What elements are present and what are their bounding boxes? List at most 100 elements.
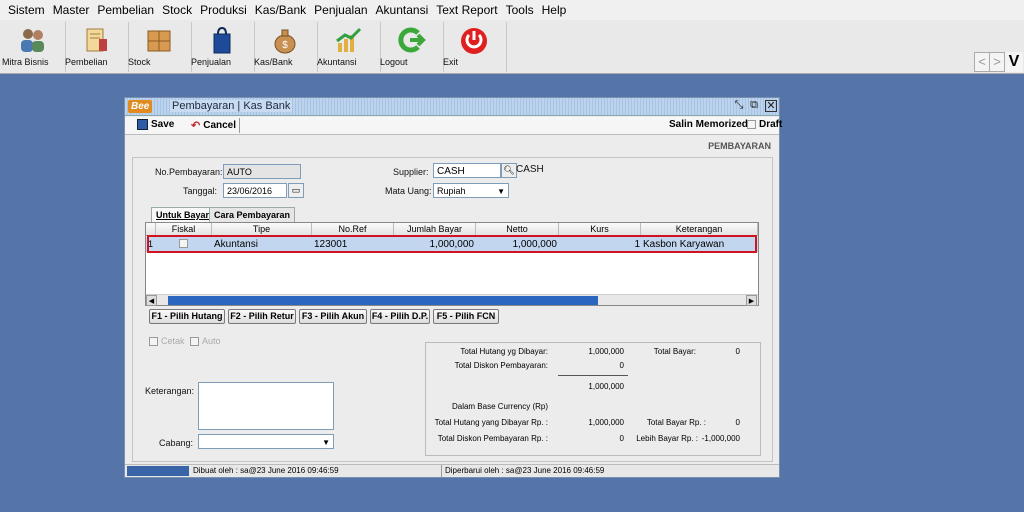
tab-cara-pembayaran[interactable]: Cara Pembayaran xyxy=(209,207,296,222)
nav-next-button[interactable]: > xyxy=(989,52,1005,72)
command-bar: Save ↶ Cancel Salin Memorized Draft xyxy=(125,117,782,135)
calendar-icon: ▭ xyxy=(291,185,301,195)
menu-master[interactable]: Master xyxy=(53,3,90,17)
toolbar-label: Penjualan xyxy=(191,57,232,67)
save-label: Save xyxy=(151,119,175,130)
toolbar-label: Stock xyxy=(128,57,151,67)
total-hutang-rp-label: Total Hutang yang Dibayar Rp. : xyxy=(434,418,548,427)
pembayaran-window: Bee Pembayaran | Kas Bank ⤡ ⧉ ✕ Save ↶ C… xyxy=(124,97,782,478)
close-icon[interactable]: ✕ xyxy=(765,100,777,112)
status-bar: Dibuat oleh : sa@23 June 2016 09:46:59 D… xyxy=(125,464,779,477)
svg-text:$: $ xyxy=(282,40,288,51)
maximize-icon[interactable]: ⧉ xyxy=(748,100,760,112)
page-heading: PEMBAYARAN xyxy=(708,141,771,151)
subtotal-line xyxy=(558,375,628,376)
total-bayar-label: Total Bayar: xyxy=(653,347,696,356)
toolbar-label: Akuntansi xyxy=(317,57,357,67)
toolbar-penjualan-button[interactable]: Penjualan xyxy=(191,22,253,72)
menu-tools[interactable]: Tools xyxy=(506,3,534,17)
menu-penjualan[interactable]: Penjualan xyxy=(314,3,367,17)
pilih-akun-button[interactable]: F3 - Pilih Akun xyxy=(299,309,367,324)
cabang-label: Cabang: xyxy=(159,438,194,448)
restore-icon[interactable]: ⤡ xyxy=(733,100,745,112)
status-indicator xyxy=(127,466,189,476)
highlight-box xyxy=(147,235,757,253)
toolbar-exit-button[interactable]: Exit xyxy=(443,22,505,72)
cancel-button[interactable]: ↶ Cancel xyxy=(191,119,236,132)
supplier-field[interactable]: CASH xyxy=(433,163,501,178)
scroll-left-icon[interactable]: ◀ xyxy=(146,295,157,306)
save-button[interactable]: Save xyxy=(137,119,174,130)
mata-uang-select[interactable]: Rupiah ▼ xyxy=(433,183,509,198)
box-icon xyxy=(142,24,176,56)
pilih-dp-button[interactable]: F4 - Pilih D.P. xyxy=(370,309,430,324)
toolbar-akuntansi-button[interactable]: Akuntansi xyxy=(317,22,379,72)
shopping-bag-icon xyxy=(205,24,239,56)
search-icon: 🔍︎ xyxy=(503,165,515,175)
salin-memorized-button[interactable]: Salin Memorized xyxy=(669,119,748,130)
mata-uang-value: Rupiah xyxy=(437,186,466,196)
chevron-down-icon: ▼ xyxy=(497,187,505,196)
menu-akuntansi[interactable]: Akuntansi xyxy=(376,3,429,17)
menu-kas-bank[interactable]: Kas/Bank xyxy=(255,3,306,17)
no-pembayaran-label: No.Pembayaran: xyxy=(155,167,223,177)
total-diskon-value: 0 xyxy=(619,361,624,370)
auto-checkbox[interactable] xyxy=(190,337,199,346)
calendar-button[interactable]: ▭ xyxy=(288,183,304,198)
menu-help[interactable]: Help xyxy=(542,3,567,17)
total-bayar-value: 0 xyxy=(735,347,740,356)
tanggal-field[interactable]: 23/06/2016 xyxy=(223,183,287,198)
keterangan-label: Keterangan: xyxy=(145,386,195,396)
supplier-search-button[interactable]: 🔍︎ xyxy=(501,163,517,178)
money-bag-icon: $ xyxy=(268,24,302,56)
scroll-right-icon[interactable]: ▶ xyxy=(746,295,757,306)
pilih-retur-button[interactable]: F2 - Pilih Retur xyxy=(228,309,296,324)
total-diskon-label: Total Diskon Pembayaran: xyxy=(454,361,548,370)
chart-icon xyxy=(331,24,365,56)
toolbar-mitra-bisnis-button[interactable]: Mitra Bisnis xyxy=(2,22,64,72)
total-bayar-rp-value: 0 xyxy=(735,418,740,427)
menu-sistem[interactable]: Sistem xyxy=(8,3,45,17)
total-diskon-rp-label: Total Diskon Pembayaran Rp. : xyxy=(437,434,548,443)
horizontal-scrollbar[interactable]: ◀ ▶ xyxy=(146,294,758,306)
v-button[interactable]: V xyxy=(1005,52,1023,72)
toolbar-label: Logout xyxy=(380,57,408,67)
total-bayar-rp-label: Total Bayar Rp. : xyxy=(646,418,706,427)
updated-by-text: Diperbarui oleh : sa@23 June 2016 09:46:… xyxy=(445,466,605,475)
total-hutang-value: 1,000,000 xyxy=(588,347,624,356)
auto-label: Auto xyxy=(202,336,221,346)
salin-label: Salin Memorized xyxy=(669,119,748,130)
total-diskon-rp-value: 0 xyxy=(619,434,624,443)
pilih-fcn-button[interactable]: F5 - Pilih FCN xyxy=(433,309,499,324)
nav-prev-button[interactable]: < xyxy=(974,52,990,72)
main-toolbar: Mitra Bisnis Pembelian Stock Penjualan $… xyxy=(0,20,1024,74)
supplier-label: Supplier: xyxy=(393,167,429,177)
tanggal-label: Tanggal: xyxy=(183,186,218,196)
menu-bar: Sistem Master Pembelian Stock Produksi K… xyxy=(0,0,1024,20)
cabang-select[interactable]: ▼ xyxy=(198,434,334,449)
menu-produksi[interactable]: Produksi xyxy=(200,3,247,17)
created-by-text: Dibuat oleh : sa@23 June 2016 09:46:59 xyxy=(193,466,339,475)
keterangan-textarea[interactable] xyxy=(198,382,334,430)
toolbar-kas-bank-button[interactable]: $ Kas/Bank xyxy=(254,22,316,72)
supplier-name: CASH xyxy=(516,164,544,175)
menu-text-report[interactable]: Text Report xyxy=(436,3,497,17)
pilih-hutang-button[interactable]: F1 - Pilih Hutang xyxy=(149,309,225,324)
menu-pembelian[interactable]: Pembelian xyxy=(97,3,154,17)
toolbar-label: Exit xyxy=(443,57,459,67)
logout-icon xyxy=(394,24,428,56)
toolbar-logout-button[interactable]: Logout xyxy=(380,22,442,72)
tab-untuk-bayar[interactable]: Untuk Bayar xyxy=(151,207,215,222)
no-pembayaran-field[interactable]: AUTO xyxy=(223,164,301,179)
toolbar-pembelian-button[interactable]: Pembelian xyxy=(65,22,127,72)
toolbar-label: Mitra Bisnis xyxy=(2,57,49,67)
cancel-label: Cancel xyxy=(203,120,237,131)
floppy-icon xyxy=(137,119,148,130)
scroll-thumb[interactable] xyxy=(168,296,598,305)
cetak-checkbox[interactable] xyxy=(149,337,158,346)
menu-stock[interactable]: Stock xyxy=(162,3,192,17)
draft-check-box[interactable] xyxy=(747,120,756,129)
toolbar-stock-button[interactable]: Stock xyxy=(128,22,190,72)
power-icon xyxy=(457,24,491,56)
draft-checkbox[interactable]: Draft xyxy=(747,119,782,130)
